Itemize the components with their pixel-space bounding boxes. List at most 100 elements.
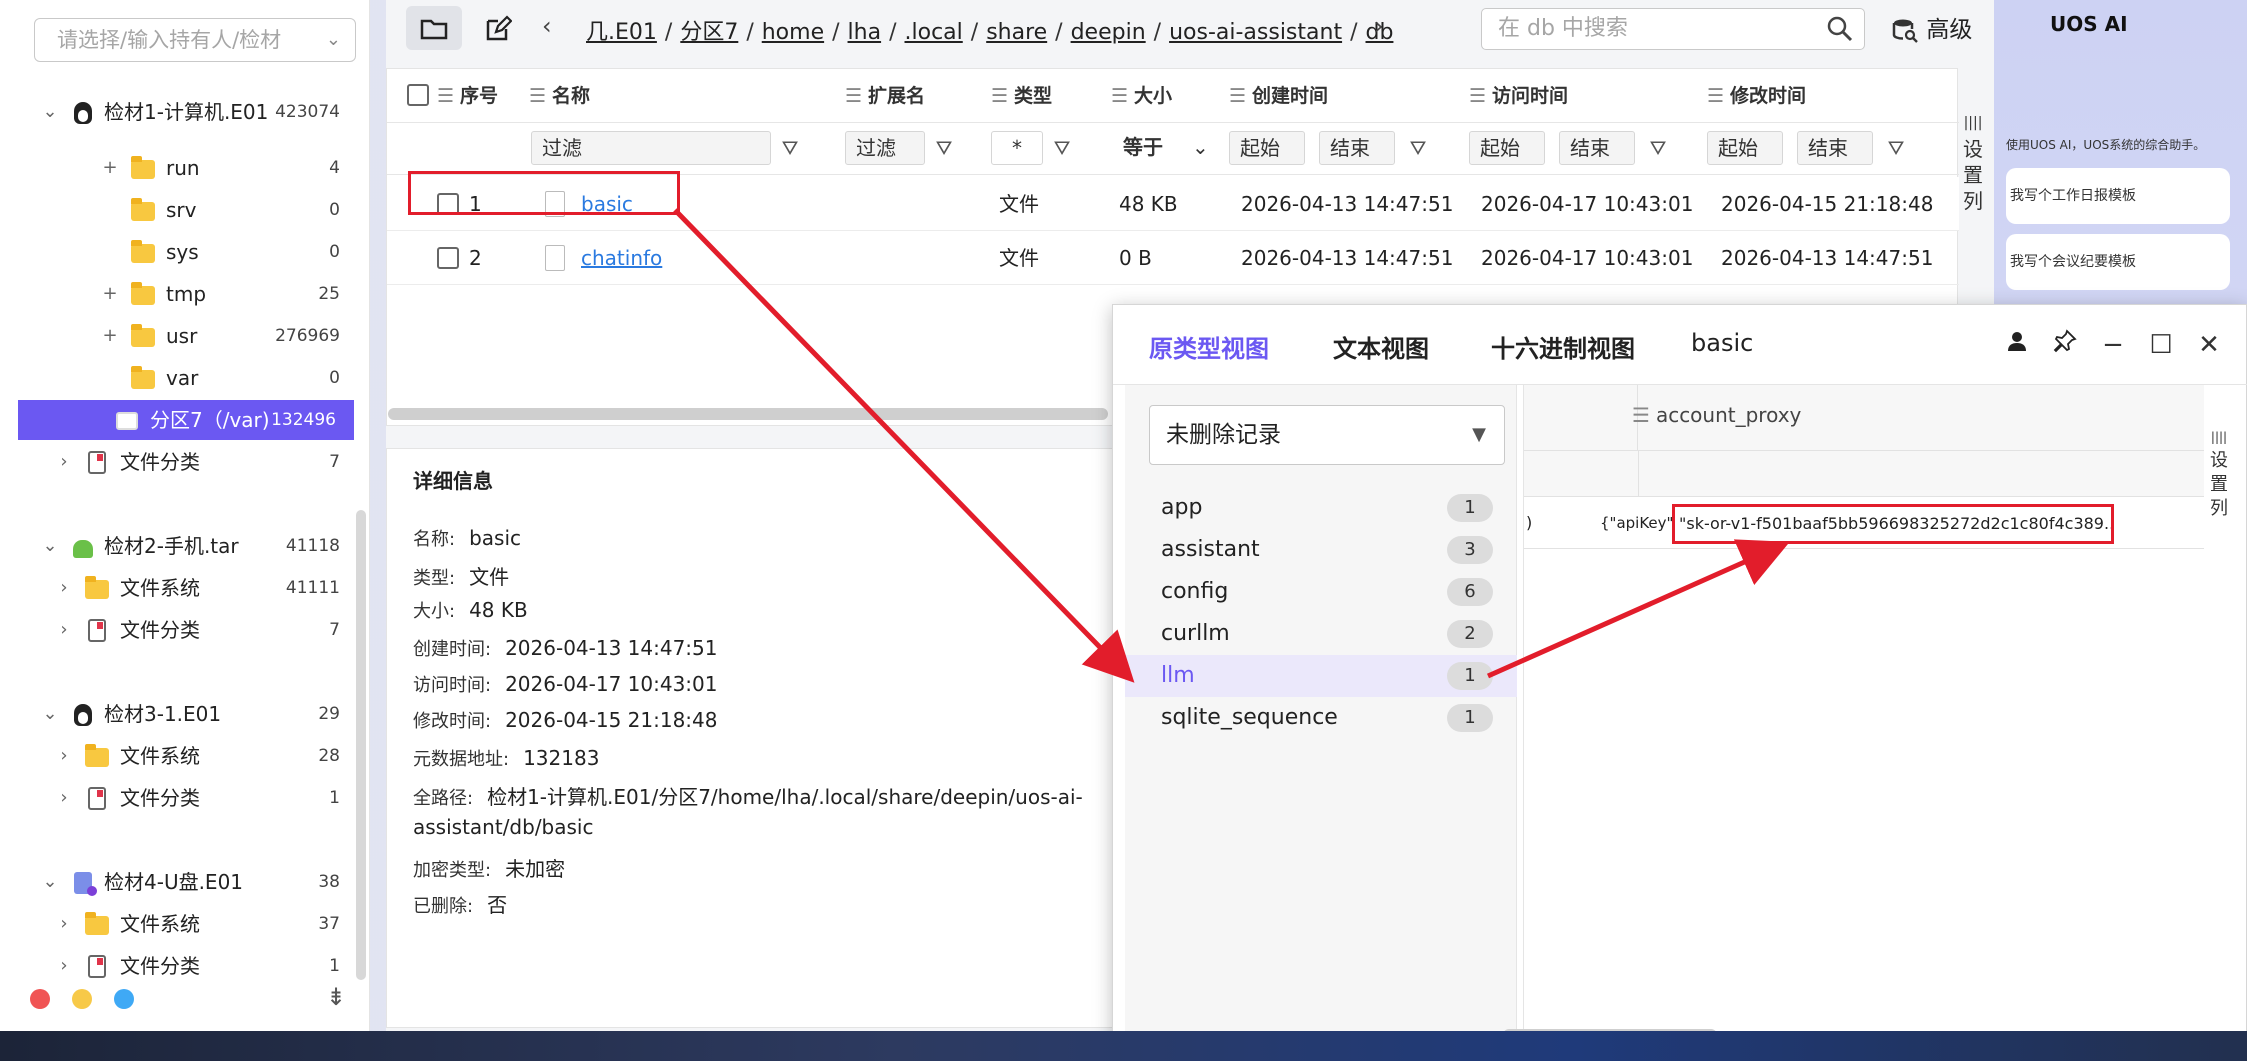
chevron-right-icon[interactable]: › <box>52 442 76 482</box>
red-dot-icon[interactable] <box>30 989 50 1009</box>
advanced-search-button[interactable]: 高级 <box>1891 10 1972 50</box>
db-table-item[interactable]: app 1 <box>1125 487 1517 529</box>
holder-select[interactable]: 请选择/输入持有人/检材 ⌄ <box>34 18 356 62</box>
tree-item-var[interactable]: var 0 <box>0 358 358 398</box>
table-horizontal-scrollbar[interactable] <box>388 408 1108 420</box>
col-accessed[interactable]: ☰ 访问时间 <box>1469 69 1568 123</box>
col-created[interactable]: ☰ 创建时间 <box>1229 69 1328 123</box>
col-index[interactable]: ☰ 序号 <box>437 69 498 123</box>
size-filter-select[interactable]: 等于 ⌄ <box>1113 131 1217 165</box>
tree-item-filesystem-3[interactable]: › 文件系统 28 <box>0 736 358 776</box>
chevron-right-icon[interactable]: › <box>52 904 76 944</box>
tree-item-evidence3[interactable]: ⌄ 检材3-1.E01 29 <box>0 694 358 734</box>
chevron-down-icon[interactable]: ⌄ <box>38 92 62 132</box>
table-row[interactable]: 2 chatinfo 文件 0 B 2026-04-13 14:47:51 20… <box>387 231 1959 285</box>
col-size[interactable]: ☰ 大小 <box>1111 69 1172 123</box>
tree-item-file-category-2[interactable]: › 文件分类 7 <box>0 610 358 650</box>
created-end-input[interactable]: 结束 <box>1319 131 1395 165</box>
tree-scrollbar[interactable] <box>356 510 366 980</box>
filter-icon[interactable]: ⛛ <box>1049 133 1075 163</box>
tree-item-evidence2[interactable]: ⌄ 检材2-手机.tar 41118 <box>0 526 358 566</box>
tab-text-view[interactable]: 文本视图 <box>1333 329 1429 364</box>
created-start-input[interactable]: 起始 <box>1229 131 1305 165</box>
expand-plus-icon[interactable]: + <box>98 148 122 188</box>
tree-item-file-category-3[interactable]: › 文件分类 1 <box>0 778 358 818</box>
chevron-down-icon[interactable]: ⌄ <box>38 694 62 734</box>
modified-end-input[interactable]: 结束 <box>1797 131 1873 165</box>
col-type[interactable]: ☰ 类型 <box>991 69 1052 123</box>
grid-row[interactable]: ) {"apiKey" "sk-or-v1-f501baaf5bb5966983… <box>1524 497 2204 549</box>
tab-hex-view[interactable]: 十六进制视图 <box>1491 329 1635 364</box>
user-icon[interactable] <box>2001 329 2033 361</box>
col-account-proxy[interactable]: ☰ account_proxy <box>1632 403 1801 427</box>
breadcrumb-item[interactable]: share <box>986 20 1047 45</box>
api-key-cell[interactable]: "sk-or-v1-f501baaf5bb596698325272d2c1c80… <box>1672 504 2114 544</box>
breadcrumb-item[interactable]: .local <box>905 20 963 45</box>
chevron-down-icon[interactable]: ⌄ <box>38 526 62 566</box>
row-checkbox[interactable] <box>437 231 459 285</box>
expand-plus-icon[interactable]: + <box>98 274 122 314</box>
col-modified[interactable]: ☰ 修改时间 <box>1707 69 1806 123</box>
filter-icon[interactable]: ⛛ <box>1645 133 1671 163</box>
tab-native-view[interactable]: 原类型视图 <box>1149 329 1269 364</box>
edit-button[interactable] <box>470 6 526 50</box>
filter-icon[interactable]: ⛛ <box>1405 133 1431 163</box>
breadcrumb-item[interactable]: uos-ai-assistant <box>1169 20 1342 45</box>
tree-item-filesystem-2[interactable]: › 文件系统 41111 <box>0 568 358 608</box>
collapse-all-icon[interactable]: ⇟ <box>320 981 352 1013</box>
tree-item-sys[interactable]: sys 0 <box>0 232 358 272</box>
tree-item-usr[interactable]: + usr 276969 <box>0 316 358 356</box>
db-table-item[interactable]: curllm 2 <box>1125 613 1517 655</box>
accessed-end-input[interactable]: 结束 <box>1559 131 1635 165</box>
ext-filter-input[interactable]: 过滤 <box>845 131 925 165</box>
chevron-right-icon[interactable]: › <box>52 568 76 608</box>
chevron-right-icon[interactable]: › <box>52 736 76 776</box>
uos-suggestion-card[interactable]: 我写个工作日报模板 <box>2006 168 2230 224</box>
name-filter-input[interactable]: 过滤 <box>531 131 771 165</box>
tree-item-filesystem-4[interactable]: › 文件系统 37 <box>0 904 358 944</box>
db-table-item[interactable]: assistant 3 <box>1125 529 1517 571</box>
filter-icon[interactable]: ⛛ <box>931 133 957 163</box>
breadcrumb-item[interactable]: 分区7 <box>680 20 738 45</box>
yellow-dot-icon[interactable] <box>72 989 92 1009</box>
chevron-right-icon[interactable]: › <box>52 610 76 650</box>
blue-dot-icon[interactable] <box>114 989 134 1009</box>
viewer-set-columns-button[interactable]: |||| 设置列 <box>2207 425 2231 521</box>
chevron-right-icon[interactable]: › <box>52 778 76 818</box>
forward-arrow-icon[interactable]: › <box>1374 12 1384 40</box>
db-table-item-selected[interactable]: llm 1 <box>1125 655 1517 697</box>
tree-item-file-category-1[interactable]: › 文件分类 7 <box>0 442 358 482</box>
tree-item-evidence1[interactable]: ⌄ 检材1-计算机.E01 423074 <box>0 92 358 132</box>
expand-plus-icon[interactable]: + <box>98 316 122 356</box>
breadcrumb-item[interactable]: 几.E01 <box>586 20 657 45</box>
db-table-item[interactable]: config 6 <box>1125 571 1517 613</box>
select-all-checkbox[interactable] <box>407 69 429 123</box>
tree-item-tmp[interactable]: + tmp 25 <box>0 274 358 314</box>
accessed-start-input[interactable]: 起始 <box>1469 131 1545 165</box>
minimize-icon[interactable]: − <box>2097 329 2129 361</box>
filter-icon[interactable]: ⛛ <box>1883 133 1909 163</box>
tree-item-evidence4[interactable]: ⌄ 检材4-U盘.E01 38 <box>0 862 358 902</box>
search-icon[interactable] <box>1826 15 1854 43</box>
filter-icon[interactable]: ⛛ <box>777 133 803 163</box>
pin-icon[interactable] <box>2049 329 2081 361</box>
breadcrumb-item[interactable]: deepin <box>1071 20 1146 45</box>
tree-item-partition7[interactable]: 分区7（/var) 132496 <box>18 400 354 440</box>
search-input[interactable]: 在 db 中搜索 <box>1481 8 1865 50</box>
db-table-item[interactable]: sqlite_sequence 1 <box>1125 697 1517 739</box>
uos-suggestion-card[interactable]: 我写个会议纪要模板 <box>2006 234 2230 290</box>
type-filter-input[interactable]: * <box>991 131 1043 165</box>
file-name-link[interactable]: chatinfo <box>581 231 662 285</box>
maximize-icon[interactable]: ☐ <box>2145 329 2177 361</box>
col-ext[interactable]: ☰ 扩展名 <box>845 69 925 123</box>
set-columns-button[interactable]: |||| 设置列 <box>1960 110 1986 214</box>
col-name[interactable]: ☰ 名称 <box>529 69 590 123</box>
breadcrumb-item[interactable]: home <box>762 20 824 45</box>
tree-item-srv[interactable]: srv 0 <box>0 190 358 230</box>
close-icon[interactable]: ✕ <box>2193 329 2225 361</box>
folder-view-button[interactable] <box>406 6 462 50</box>
modified-start-input[interactable]: 起始 <box>1707 131 1783 165</box>
record-filter-select[interactable]: 未删除记录 ▼ <box>1149 405 1505 465</box>
back-arrow-icon[interactable]: ‹ <box>542 12 552 40</box>
chevron-down-icon[interactable]: ⌄ <box>38 862 62 902</box>
